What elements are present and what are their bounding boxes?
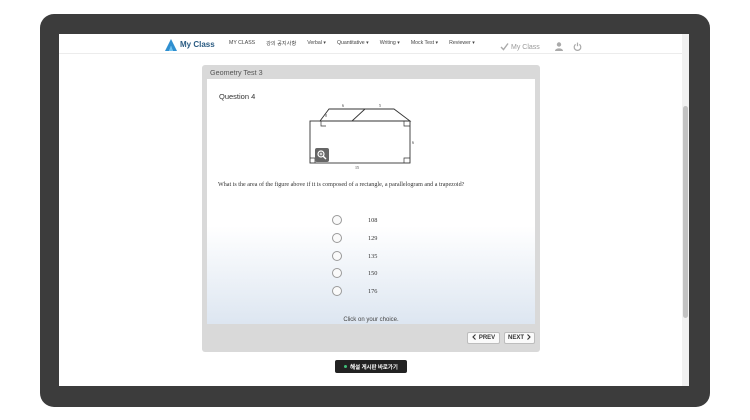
menu-item-quantitative[interactable]: Quantitative ▾ (337, 40, 369, 47)
menu-item-my-class[interactable]: MY CLASS (229, 40, 255, 47)
instruction-text: Click on your choice. (343, 317, 399, 323)
chevron-left-icon (472, 334, 476, 342)
figure-label-top-left: 6 (342, 103, 344, 108)
question-panel: Question 4 6 5 8 6 15 What is the area o… (207, 79, 535, 324)
choice-label: 176 (368, 287, 378, 295)
radio-button[interactable] (332, 268, 342, 278)
choice-3[interactable]: 135 (332, 251, 377, 261)
board-button-label: 해설 게시판 바로가기 (350, 364, 398, 371)
menu-item-reviewer[interactable]: Reviewer ▾ (449, 40, 475, 47)
my-class-link[interactable]: My Class (511, 44, 540, 51)
question-text: What is the area of the figure above if … (218, 182, 465, 188)
figure-label-right: 6 (412, 140, 414, 145)
chevron-right-icon (527, 334, 531, 342)
radio-button[interactable] (332, 251, 342, 261)
menu-item-notices[interactable]: 강의 공지사항 (266, 40, 296, 47)
status-dot (344, 365, 348, 368)
radio-button[interactable] (332, 215, 342, 225)
radio-button[interactable] (332, 286, 342, 296)
quiz-card: Geometry Test 3 Question 4 6 5 8 6 15 Wh… (202, 65, 540, 352)
next-label: NEXT (507, 335, 524, 341)
quiz-title: Geometry Test 3 (210, 68, 263, 77)
user-icon[interactable] (554, 38, 563, 56)
scrollbar[interactable] (682, 34, 689, 386)
menu-item-verbal[interactable]: Verbal ▾ (307, 40, 326, 47)
explanation-board-button[interactable]: 해설 게시판 바로가기 (335, 360, 407, 373)
choice-5[interactable]: 176 (332, 286, 377, 296)
choice-label: 108 (368, 216, 378, 224)
menu-item-mock-test[interactable]: Mock Test ▾ (411, 40, 438, 47)
choice-label: 150 (368, 269, 378, 277)
choice-2[interactable]: 129 (332, 233, 377, 243)
prev-label: PREV (478, 335, 496, 341)
top-navigation: My Class MY CLASS 강의 공지사항 Verbal ▾ Quant… (59, 34, 682, 54)
question-number: Question 4 (219, 92, 256, 101)
menu-item-writing[interactable]: Writing ▾ (380, 40, 400, 47)
check-icon (500, 38, 509, 56)
nav-right: My Class (500, 38, 582, 56)
zoom-icon[interactable] (315, 148, 329, 162)
choice-1[interactable]: 108 (332, 215, 377, 225)
logo-icon (165, 38, 177, 51)
choice-label: 129 (368, 234, 378, 242)
choice-4[interactable]: 150 (332, 268, 377, 278)
scrollbar-thumb[interactable] (683, 106, 688, 318)
logo[interactable]: My Class (165, 37, 215, 51)
browser-viewport: My Class MY CLASS 강의 공지사항 Verbal ▾ Quant… (59, 34, 689, 386)
geometry-figure: 6 5 8 6 15 (309, 103, 414, 170)
figure-label-top-right: 5 (379, 103, 381, 108)
main-menu: MY CLASS 강의 공지사항 Verbal ▾ Quantitative ▾… (229, 40, 486, 47)
power-icon[interactable] (573, 38, 582, 56)
choice-label: 135 (368, 252, 378, 260)
figure-label-slant: 8 (325, 113, 327, 118)
prev-button[interactable]: PREV (467, 332, 500, 344)
figure-label-bottom: 15 (355, 165, 359, 170)
next-button[interactable]: NEXT (504, 332, 535, 344)
logo-text: My Class (180, 39, 215, 49)
radio-button[interactable] (332, 233, 342, 243)
